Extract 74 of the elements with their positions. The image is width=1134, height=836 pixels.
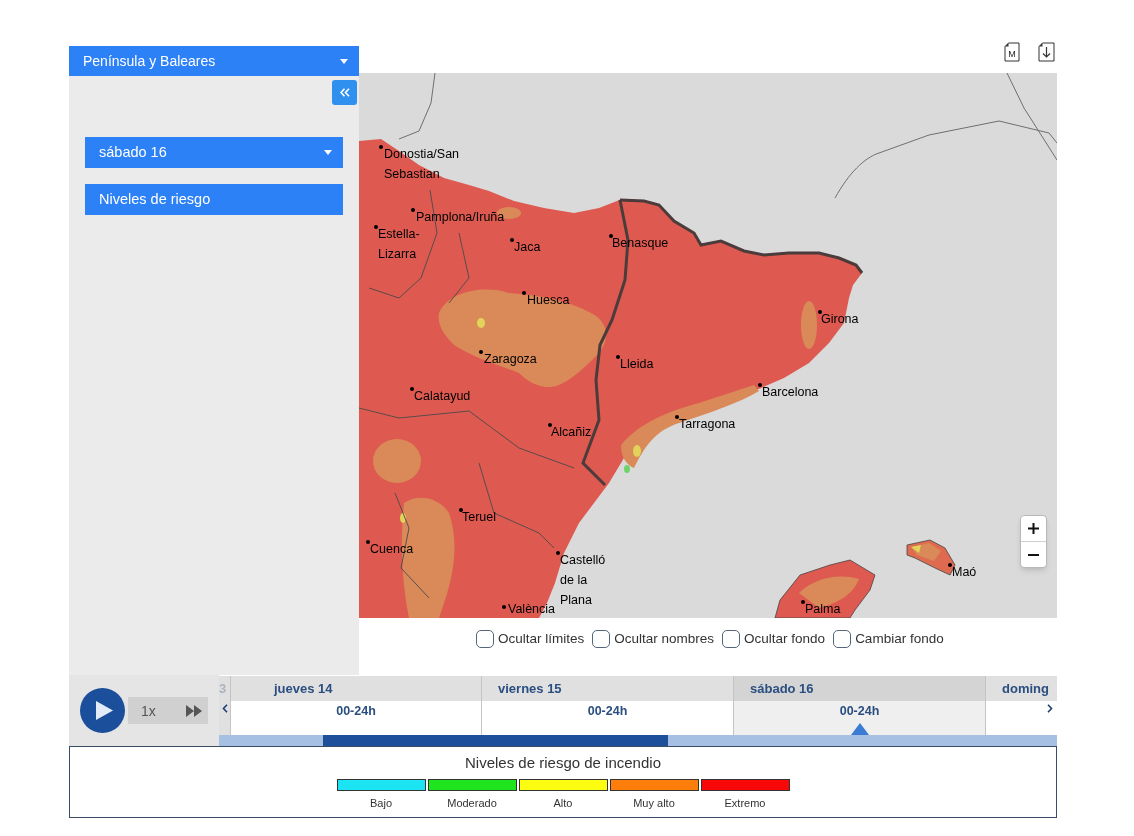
checkbox-label[interactable]: Cambiar fondo bbox=[855, 630, 944, 648]
collapse-button[interactable] bbox=[332, 80, 357, 105]
checkbox-label[interactable]: Ocultar nombres bbox=[614, 630, 715, 648]
document-icon bbox=[1004, 42, 1020, 62]
time-slot[interactable]: 00-24h bbox=[734, 701, 985, 735]
checkbox[interactable] bbox=[833, 630, 852, 648]
city-marker-icon bbox=[479, 350, 483, 354]
chevron-left-icon[interactable] bbox=[222, 704, 228, 713]
legend-label: Extremo bbox=[724, 796, 766, 810]
city-label: Palma bbox=[805, 601, 841, 618]
city-label: Zaragoza bbox=[484, 351, 537, 368]
city-marker-icon bbox=[948, 563, 952, 567]
day-header[interactable]: sábado 16 bbox=[734, 676, 985, 701]
checkbox[interactable] bbox=[592, 630, 611, 648]
city-label: Cuenca bbox=[370, 541, 414, 558]
city-marker-icon bbox=[556, 551, 560, 555]
day-header[interactable]: doming bbox=[986, 676, 1057, 701]
timeline-scrollbar[interactable] bbox=[219, 735, 1057, 746]
city-marker-icon bbox=[609, 234, 613, 238]
city-marker-icon bbox=[548, 423, 552, 427]
city-marker-icon bbox=[675, 415, 679, 419]
city-label: Maó bbox=[952, 564, 977, 581]
double-chevron-left-icon bbox=[339, 88, 350, 97]
download-button[interactable] bbox=[1038, 42, 1055, 62]
minus-icon bbox=[1028, 553, 1039, 556]
document-button[interactable]: M bbox=[1004, 42, 1020, 62]
city-marker-icon bbox=[510, 238, 514, 242]
city-marker-icon bbox=[502, 605, 506, 609]
city-marker-icon bbox=[459, 508, 463, 512]
city-label: Huesca bbox=[527, 292, 570, 309]
city-label: Estella-Lizarra bbox=[378, 226, 421, 263]
legend-label: Moderado bbox=[447, 796, 497, 810]
city-label: Teruel bbox=[462, 509, 497, 526]
city-marker-icon bbox=[616, 355, 620, 359]
city-marker-icon bbox=[818, 310, 822, 314]
legend-title: Niveles de riesgo de incendio bbox=[465, 753, 661, 773]
caret-icon bbox=[324, 150, 332, 155]
city-marker-icon bbox=[366, 540, 370, 544]
day-dropdown[interactable]: sábado 16 bbox=[85, 137, 343, 168]
selection-triangle-icon bbox=[850, 723, 869, 735]
city-label: Pamplona/Iruña bbox=[416, 209, 505, 226]
chevron-right-icon[interactable] bbox=[1047, 704, 1053, 713]
scrollbar-thumb[interactable] bbox=[323, 735, 668, 746]
layer-button[interactable]: Niveles de riesgo bbox=[85, 184, 343, 215]
checkbox[interactable] bbox=[722, 630, 741, 648]
city-label: Tarragona bbox=[679, 416, 736, 433]
city-label: Alcañiz bbox=[551, 424, 592, 441]
day-header[interactable]: viernes 15 bbox=[482, 676, 733, 701]
legend-label: Bajo bbox=[370, 796, 392, 810]
legend-label: Muy alto bbox=[633, 796, 675, 810]
speed-value[interactable]: 1x bbox=[141, 702, 156, 719]
caret-icon bbox=[340, 58, 348, 64]
day-header[interactable]: jueves 14 bbox=[231, 676, 481, 701]
city-marker-icon bbox=[522, 291, 526, 295]
legend-label: Alto bbox=[553, 796, 573, 810]
fast-forward-icon[interactable] bbox=[186, 704, 202, 717]
city-marker-icon bbox=[758, 383, 762, 387]
checkbox-label[interactable]: Ocultar límites bbox=[498, 630, 585, 648]
city-label: Calatayud bbox=[414, 388, 471, 405]
download-document-icon bbox=[1038, 42, 1055, 62]
play-button[interactable] bbox=[80, 688, 125, 733]
city-marker-icon bbox=[374, 225, 378, 229]
checkbox-label[interactable]: Ocultar fondo bbox=[744, 630, 826, 648]
city-marker-icon bbox=[411, 208, 415, 212]
plus-icon bbox=[1028, 523, 1039, 534]
city-marker-icon bbox=[379, 145, 383, 149]
city-marker-icon bbox=[410, 387, 414, 391]
checkbox[interactable] bbox=[476, 630, 494, 648]
city-label: Barcelona bbox=[762, 384, 819, 401]
city-marker-icon bbox=[801, 600, 805, 604]
play-icon bbox=[95, 701, 113, 720]
city-label: Lleida bbox=[620, 356, 654, 373]
region-dropdown[interactable]: Península y Baleares bbox=[69, 46, 359, 76]
city-label: Jaca bbox=[514, 239, 541, 256]
